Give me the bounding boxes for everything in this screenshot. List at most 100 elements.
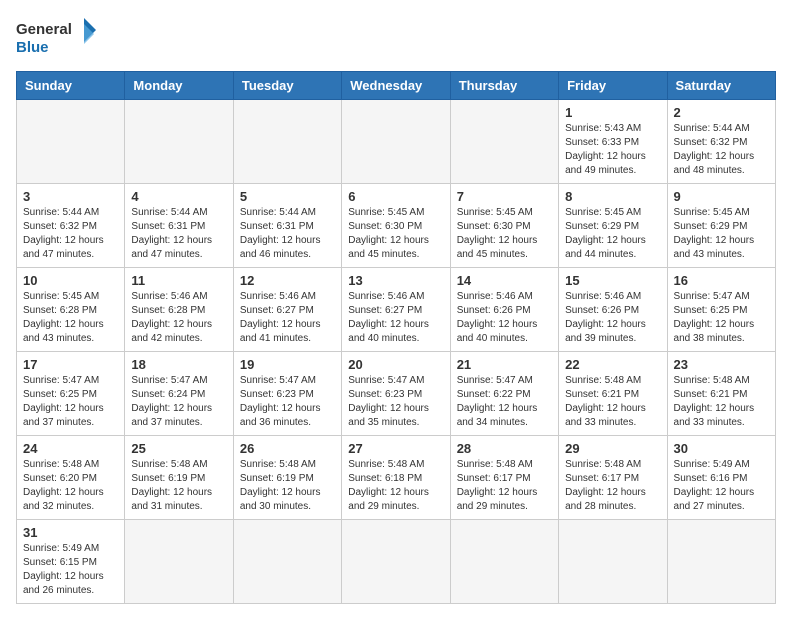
- weekday-header-row: SundayMondayTuesdayWednesdayThursdayFrid…: [17, 72, 776, 100]
- day-number: 12: [240, 273, 335, 288]
- day-number: 28: [457, 441, 552, 456]
- calendar-cell: 7Sunrise: 5:45 AM Sunset: 6:30 PM Daylig…: [450, 184, 558, 268]
- day-info: Sunrise: 5:48 AM Sunset: 6:21 PM Dayligh…: [565, 374, 660, 430]
- svg-text:General: General: [16, 21, 72, 38]
- calendar-cell: 8 Sunrise: 5:45 AM Sunset: 6:29 PM Daylig…: [559, 184, 667, 268]
- day-info: Sunrise: 5:47 AM Sunset: 6:24 PM Dayligh…: [131, 374, 226, 430]
- day-number: 21: [457, 357, 552, 372]
- calendar-cell: 10Sunrise: 5:45 AM Sunset: 6:28 PM Dayli…: [17, 268, 125, 352]
- day-number: 23: [674, 357, 769, 372]
- calendar-cell: [342, 520, 450, 604]
- calendar-cell: 22 Sunrise: 5:48 AM Sunset: 6:21 PM Dayli…: [559, 352, 667, 436]
- weekday-header-saturday: Saturday: [667, 72, 775, 100]
- day-info: Sunrise: 5:46 AM Sunset: 6:27 PM Dayligh…: [240, 290, 335, 346]
- day-info: Sunrise: 5:45 AM Sunset: 6:29 PM Dayligh…: [565, 206, 660, 262]
- calendar-cell: 20 Sunrise: 5:47 AM Sunset: 6:23 PM Dayli…: [342, 352, 450, 436]
- calendar-cell: 16 Sunrise: 5:47 AM Sunset: 6:25 PM Dayli…: [667, 268, 775, 352]
- day-number: 14: [457, 273, 552, 288]
- calendar-week-4: 24 Sunrise: 5:48 AM Sunset: 6:20 PM Dayli…: [17, 436, 776, 520]
- day-info: Sunrise: 5:44 AM Sunset: 6:32 PM Dayligh…: [674, 122, 769, 178]
- calendar-cell: 9 Sunrise: 5:45 AM Sunset: 6:29 PM Daylig…: [667, 184, 775, 268]
- day-number: 27: [348, 441, 443, 456]
- day-info: Sunrise: 5:47 AM Sunset: 6:25 PM Dayligh…: [23, 374, 118, 430]
- day-number: 31: [23, 525, 118, 540]
- day-info: Sunrise: 5:46 AM Sunset: 6:28 PM Dayligh…: [131, 290, 226, 346]
- day-number: 1: [565, 105, 660, 120]
- day-number: 10: [23, 273, 118, 288]
- day-info: Sunrise: 5:46 AM Sunset: 6:26 PM Dayligh…: [457, 290, 552, 346]
- calendar-cell: 17 Sunrise: 5:47 AM Sunset: 6:25 PM Dayli…: [17, 352, 125, 436]
- day-info: Sunrise: 5:47 AM Sunset: 6:23 PM Dayligh…: [348, 374, 443, 430]
- day-number: 9: [674, 189, 769, 204]
- calendar-cell: 2 Sunrise: 5:44 AM Sunset: 6:32 PM Daylig…: [667, 100, 775, 184]
- day-info: Sunrise: 5:43 AM Sunset: 6:33 PM Dayligh…: [565, 122, 660, 178]
- calendar-table: SundayMondayTuesdayWednesdayThursdayFrid…: [16, 71, 776, 604]
- day-number: 17: [23, 357, 118, 372]
- day-number: 11: [131, 273, 226, 288]
- day-info: Sunrise: 5:47 AM Sunset: 6:23 PM Dayligh…: [240, 374, 335, 430]
- day-number: 19: [240, 357, 335, 372]
- calendar-cell: 28Sunrise: 5:48 AM Sunset: 6:17 PM Dayli…: [450, 436, 558, 520]
- calendar-cell: 11 Sunrise: 5:46 AM Sunset: 6:28 PM Dayli…: [125, 268, 233, 352]
- calendar-cell: [450, 520, 558, 604]
- page-header: General Blue: [16, 16, 776, 61]
- calendar-cell: 13 Sunrise: 5:46 AM Sunset: 6:27 PM Dayli…: [342, 268, 450, 352]
- calendar-cell: 25Sunrise: 5:48 AM Sunset: 6:19 PM Dayli…: [125, 436, 233, 520]
- calendar-week-1: 3 Sunrise: 5:44 AM Sunset: 6:32 PM Daylig…: [17, 184, 776, 268]
- day-number: 2: [674, 105, 769, 120]
- day-info: Sunrise: 5:44 AM Sunset: 6:32 PM Dayligh…: [23, 206, 118, 262]
- day-number: 4: [131, 189, 226, 204]
- weekday-header-sunday: Sunday: [17, 72, 125, 100]
- day-info: Sunrise: 5:45 AM Sunset: 6:30 PM Dayligh…: [348, 206, 443, 262]
- day-info: Sunrise: 5:47 AM Sunset: 6:22 PM Dayligh…: [457, 374, 552, 430]
- day-number: 13: [348, 273, 443, 288]
- day-info: Sunrise: 5:46 AM Sunset: 6:27 PM Dayligh…: [348, 290, 443, 346]
- day-number: 16: [674, 273, 769, 288]
- calendar-cell: [233, 520, 341, 604]
- day-number: 3: [23, 189, 118, 204]
- day-number: 22: [565, 357, 660, 372]
- day-number: 7: [457, 189, 552, 204]
- day-info: Sunrise: 5:48 AM Sunset: 6:17 PM Dayligh…: [565, 458, 660, 514]
- calendar-week-5: 31 Sunrise: 5:49 AM Sunset: 6:15 PM Dayli…: [17, 520, 776, 604]
- day-number: 8: [565, 189, 660, 204]
- calendar-cell: 26Sunrise: 5:48 AM Sunset: 6:19 PM Dayli…: [233, 436, 341, 520]
- day-info: Sunrise: 5:49 AM Sunset: 6:15 PM Dayligh…: [23, 542, 118, 598]
- weekday-header-thursday: Thursday: [450, 72, 558, 100]
- day-number: 6: [348, 189, 443, 204]
- calendar-cell: 4 Sunrise: 5:44 AM Sunset: 6:31 PM Daylig…: [125, 184, 233, 268]
- day-number: 24: [23, 441, 118, 456]
- calendar-cell: [450, 100, 558, 184]
- calendar-cell: 29 Sunrise: 5:48 AM Sunset: 6:17 PM Dayli…: [559, 436, 667, 520]
- weekday-header-monday: Monday: [125, 72, 233, 100]
- day-info: Sunrise: 5:47 AM Sunset: 6:25 PM Dayligh…: [674, 290, 769, 346]
- day-info: Sunrise: 5:48 AM Sunset: 6:19 PM Dayligh…: [131, 458, 226, 514]
- calendar-cell: 12 Sunrise: 5:46 AM Sunset: 6:27 PM Dayli…: [233, 268, 341, 352]
- day-info: Sunrise: 5:44 AM Sunset: 6:31 PM Dayligh…: [131, 206, 226, 262]
- day-info: Sunrise: 5:46 AM Sunset: 6:26 PM Dayligh…: [565, 290, 660, 346]
- day-info: Sunrise: 5:48 AM Sunset: 6:20 PM Dayligh…: [23, 458, 118, 514]
- calendar-week-2: 10Sunrise: 5:45 AM Sunset: 6:28 PM Dayli…: [17, 268, 776, 352]
- day-number: 26: [240, 441, 335, 456]
- calendar-cell: 15 Sunrise: 5:46 AM Sunset: 6:26 PM Dayli…: [559, 268, 667, 352]
- weekday-header-friday: Friday: [559, 72, 667, 100]
- calendar-cell: [667, 520, 775, 604]
- calendar-cell: 27Sunrise: 5:48 AM Sunset: 6:18 PM Dayli…: [342, 436, 450, 520]
- calendar-cell: 3 Sunrise: 5:44 AM Sunset: 6:32 PM Daylig…: [17, 184, 125, 268]
- generalblue-logo: General Blue: [16, 16, 96, 61]
- day-number: 15: [565, 273, 660, 288]
- day-number: 20: [348, 357, 443, 372]
- logo: General Blue: [16, 16, 96, 61]
- day-number: 5: [240, 189, 335, 204]
- calendar-cell: 5Sunrise: 5:44 AM Sunset: 6:31 PM Daylig…: [233, 184, 341, 268]
- day-info: Sunrise: 5:49 AM Sunset: 6:16 PM Dayligh…: [674, 458, 769, 514]
- calendar-cell: 24 Sunrise: 5:48 AM Sunset: 6:20 PM Dayli…: [17, 436, 125, 520]
- day-number: 29: [565, 441, 660, 456]
- day-info: Sunrise: 5:45 AM Sunset: 6:29 PM Dayligh…: [674, 206, 769, 262]
- calendar-cell: [125, 520, 233, 604]
- calendar-cell: 19 Sunrise: 5:47 AM Sunset: 6:23 PM Dayli…: [233, 352, 341, 436]
- calendar-cell: [559, 520, 667, 604]
- calendar-cell: 31 Sunrise: 5:49 AM Sunset: 6:15 PM Dayli…: [17, 520, 125, 604]
- weekday-header-tuesday: Tuesday: [233, 72, 341, 100]
- day-info: Sunrise: 5:48 AM Sunset: 6:21 PM Dayligh…: [674, 374, 769, 430]
